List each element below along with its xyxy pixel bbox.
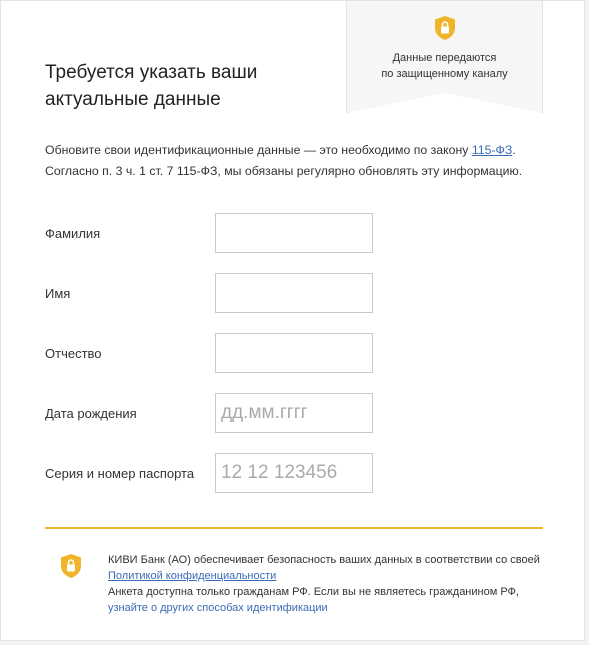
privacy-policy-link[interactable]: Политикой конфиденциальности bbox=[108, 568, 548, 584]
security-notice: КИВИ Банк (АО) обеспечивает безопасность… bbox=[108, 552, 548, 616]
first-name-label: Имя bbox=[45, 286, 71, 301]
citizenship-notice: Анкета доступна только гражданам РФ. Есл… bbox=[108, 586, 519, 598]
secure-channel-badge: Данные передаются по защищенному каналу bbox=[346, 1, 543, 113]
secure-channel-line2: по защищенному каналу bbox=[381, 68, 508, 80]
passport-input[interactable] bbox=[215, 453, 373, 493]
page-title: Требуется указать ваши актуальные данные bbox=[45, 59, 305, 113]
patronymic-input[interactable] bbox=[215, 333, 373, 373]
other-identification-methods-link[interactable]: узнайте о других способах идентификации bbox=[108, 600, 548, 616]
first-name-input[interactable] bbox=[215, 273, 373, 313]
shield-lock-icon bbox=[61, 554, 81, 578]
passport-label: Серия и номер паспорта bbox=[45, 466, 195, 481]
secure-channel-text: Данные передаются по защищенному каналу bbox=[347, 50, 542, 82]
shield-lock-icon bbox=[435, 16, 455, 40]
surname-label: Фамилия bbox=[45, 226, 101, 241]
identification-card: Данные передаются по защищенному каналу … bbox=[0, 0, 585, 641]
law-115-fz-link[interactable]: 115-ФЗ bbox=[472, 143, 512, 157]
patronymic-label: Отчество bbox=[45, 346, 102, 361]
security-notice-line1: КИВИ Банк (АО) обеспечивает безопасность… bbox=[108, 554, 540, 566]
surname-input[interactable] bbox=[215, 213, 373, 253]
footer-divider bbox=[45, 527, 543, 529]
page-title-line2: актуальные данные bbox=[45, 89, 221, 110]
page-title-line1: Требуется указать ваши bbox=[45, 62, 258, 83]
intro-text: Обновите свои идентификационные данные —… bbox=[45, 140, 555, 182]
intro-text-end: . bbox=[512, 143, 516, 157]
birth-date-label: Дата рождения bbox=[45, 406, 137, 421]
intro-text-line2: Согласно п. 3 ч. 1 ст. 7 115-ФЗ, мы обяз… bbox=[45, 164, 523, 178]
birth-date-input[interactable] bbox=[215, 393, 373, 433]
intro-text-start: Обновите свои идентификационные данные —… bbox=[45, 143, 472, 157]
secure-channel-line1: Данные передаются bbox=[392, 52, 497, 64]
